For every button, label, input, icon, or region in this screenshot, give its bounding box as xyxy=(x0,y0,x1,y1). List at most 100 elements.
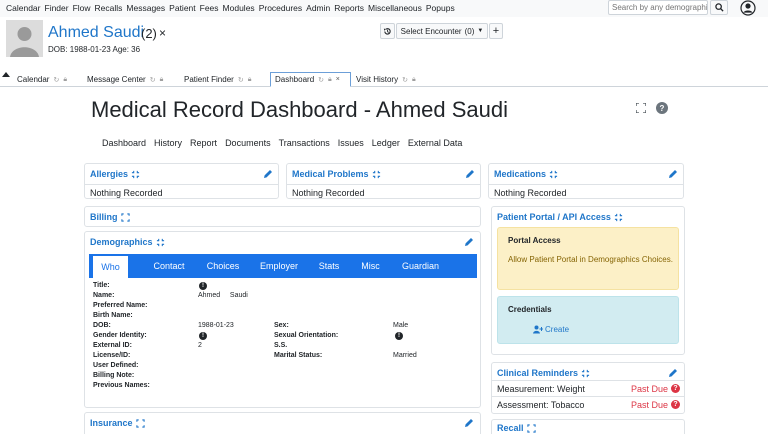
reminder-label: Assessment: Tobacco xyxy=(497,400,585,410)
field-label: Name: xyxy=(93,292,115,299)
demo-tab-employer[interactable]: Employer xyxy=(248,254,310,278)
create-credentials-button[interactable]: Create xyxy=(533,325,569,334)
tab-dashboard[interactable]: Dashboard ↻ 🔒︎ × xyxy=(270,72,351,87)
edit-pencil-icon[interactable] xyxy=(263,169,273,179)
info-icon[interactable]: ! xyxy=(199,332,207,340)
patient-portal-title[interactable]: Patient Portal / API Access xyxy=(497,212,623,222)
medications-title[interactable]: Medications xyxy=(494,169,558,179)
demographics-title[interactable]: Demographics xyxy=(90,237,165,247)
edit-pencil-icon[interactable] xyxy=(464,237,474,247)
demo-tab-who[interactable]: Who xyxy=(93,256,128,278)
lock-icon[interactable]: 🔒︎ xyxy=(63,76,67,84)
menu-item-procedures[interactable]: Procedures xyxy=(259,3,302,13)
billing-title[interactable]: Billing xyxy=(90,212,130,222)
refresh-icon[interactable]: ↻ xyxy=(150,76,156,84)
close-patient-button[interactable]: × xyxy=(159,26,166,40)
lock-icon[interactable]: 🔒︎ xyxy=(160,76,164,84)
clinical-reminders-title[interactable]: Clinical Reminders xyxy=(497,368,590,378)
subnav-history[interactable]: History xyxy=(154,138,182,148)
help-icon[interactable]: ? xyxy=(656,102,668,114)
info-icon[interactable]: ! xyxy=(199,282,207,290)
subnav-report[interactable]: Report xyxy=(190,138,217,148)
collapse-toggle-icon[interactable] xyxy=(156,238,165,247)
subnav-issues[interactable]: Issues xyxy=(338,138,364,148)
field-label: License/ID: xyxy=(93,352,131,359)
close-icon[interactable]: × xyxy=(336,76,340,83)
tab-bar: Calendar ↻ 🔒︎ Message Center ↻ 🔒︎ Patien… xyxy=(0,70,768,87)
subnav-dashboard[interactable]: Dashboard xyxy=(102,138,146,148)
demo-tab-contact[interactable]: Contact xyxy=(140,254,198,278)
lock-icon[interactable]: 🔒︎ xyxy=(412,76,416,84)
menu-item-modules[interactable]: Modules xyxy=(223,3,255,13)
demo-tab-choices[interactable]: Choices xyxy=(198,254,248,278)
search-button[interactable] xyxy=(710,0,728,15)
menu-item-reports[interactable]: Reports xyxy=(334,3,364,13)
add-encounter-button[interactable]: + xyxy=(489,23,503,39)
lock-icon[interactable]: 🔒︎ xyxy=(328,76,332,84)
reminder-row[interactable]: Measurement: Weight Past Due ? xyxy=(492,380,684,396)
tab-visit-history[interactable]: Visit History ↻ 🔒︎ xyxy=(352,72,442,87)
collapse-toggle-icon[interactable] xyxy=(614,213,623,222)
search-input[interactable] xyxy=(608,0,708,15)
menu-item-flow[interactable]: Flow xyxy=(73,3,91,13)
tab-label: Dashboard xyxy=(275,75,315,84)
menu-item-finder[interactable]: Finder xyxy=(45,3,69,13)
collapse-toggle-icon[interactable] xyxy=(131,170,140,179)
encounter-history-button[interactable] xyxy=(380,23,395,39)
refresh-icon[interactable]: ↻ xyxy=(53,76,59,84)
collapse-toggle-icon[interactable] xyxy=(549,170,558,179)
edit-pencil-icon[interactable] xyxy=(464,418,474,428)
tab-patient-finder[interactable]: Patient Finder ↻ 🔒︎ xyxy=(180,72,270,87)
insurance-card: Insurance xyxy=(84,412,481,434)
expand-toggle-icon[interactable] xyxy=(120,212,130,222)
menu-item-popups[interactable]: Popups xyxy=(426,3,455,13)
recall-card: Recall xyxy=(491,419,685,434)
tab-message-center[interactable]: Message Center ↻ 🔒︎ xyxy=(83,72,179,87)
edit-pencil-icon[interactable] xyxy=(668,368,678,378)
portal-access-title: Portal Access xyxy=(508,236,561,245)
main-menu: Calendar Finder Flow Recalls Messages Pa… xyxy=(6,3,455,13)
expand-icon[interactable] xyxy=(636,103,646,113)
expand-toggle-icon[interactable] xyxy=(526,423,536,433)
demo-tab-guardian[interactable]: Guardian xyxy=(393,254,448,278)
menu-item-messages[interactable]: Messages xyxy=(126,3,165,13)
collapse-toggle-icon[interactable] xyxy=(581,369,590,378)
question-icon[interactable]: ? xyxy=(671,400,680,409)
user-account-icon[interactable] xyxy=(740,0,756,16)
menu-item-recalls[interactable]: Recalls xyxy=(95,3,123,13)
menu-item-admin[interactable]: Admin xyxy=(306,3,330,13)
patient-name-link[interactable]: Ahmed Saudi xyxy=(48,24,144,42)
field-value: Married xyxy=(393,352,417,359)
collapse-caret-icon[interactable] xyxy=(2,72,10,77)
reminder-row[interactable]: Assessment: Tobacco Past Due ? xyxy=(492,396,684,412)
subnav-documents[interactable]: Documents xyxy=(225,138,271,148)
select-encounter-dropdown[interactable]: Select Encounter (0) ▼ xyxy=(396,23,488,39)
medical-problems-title[interactable]: Medical Problems xyxy=(292,169,381,179)
insurance-title[interactable]: Insurance xyxy=(90,418,145,428)
menu-item-calendar[interactable]: Calendar xyxy=(6,3,41,13)
field-label: Gender Identity: xyxy=(93,332,147,339)
allergies-title[interactable]: Allergies xyxy=(90,169,140,179)
collapse-toggle-icon[interactable] xyxy=(372,170,381,179)
edit-pencil-icon[interactable] xyxy=(465,169,475,179)
subnav-ledger[interactable]: Ledger xyxy=(372,138,400,148)
info-icon[interactable]: ! xyxy=(395,332,403,340)
subnav-external-data[interactable]: External Data xyxy=(408,138,463,148)
refresh-icon[interactable]: ↻ xyxy=(318,76,324,84)
tab-calendar[interactable]: Calendar ↻ 🔒︎ xyxy=(13,72,83,87)
demo-tab-stats[interactable]: Stats xyxy=(310,254,348,278)
edit-pencil-icon[interactable] xyxy=(668,169,678,179)
menu-item-patient[interactable]: Patient xyxy=(169,3,195,13)
menu-item-fees[interactable]: Fees xyxy=(200,3,219,13)
refresh-icon[interactable]: ↻ xyxy=(402,76,408,84)
expand-toggle-icon[interactable] xyxy=(135,418,145,428)
lock-icon[interactable]: 🔒︎ xyxy=(248,76,252,84)
demo-tab-misc[interactable]: Misc xyxy=(348,254,393,278)
recall-title[interactable]: Recall xyxy=(497,423,536,433)
subnav-transactions[interactable]: Transactions xyxy=(279,138,330,148)
question-icon[interactable]: ? xyxy=(671,384,680,393)
refresh-icon[interactable]: ↻ xyxy=(238,76,244,84)
demographics-tabs: Who Contact Choices Employer Stats Misc … xyxy=(89,254,477,278)
allergies-card: Allergies Nothing Recorded xyxy=(84,163,279,199)
menu-item-miscellaneous[interactable]: Miscellaneous xyxy=(368,3,422,13)
